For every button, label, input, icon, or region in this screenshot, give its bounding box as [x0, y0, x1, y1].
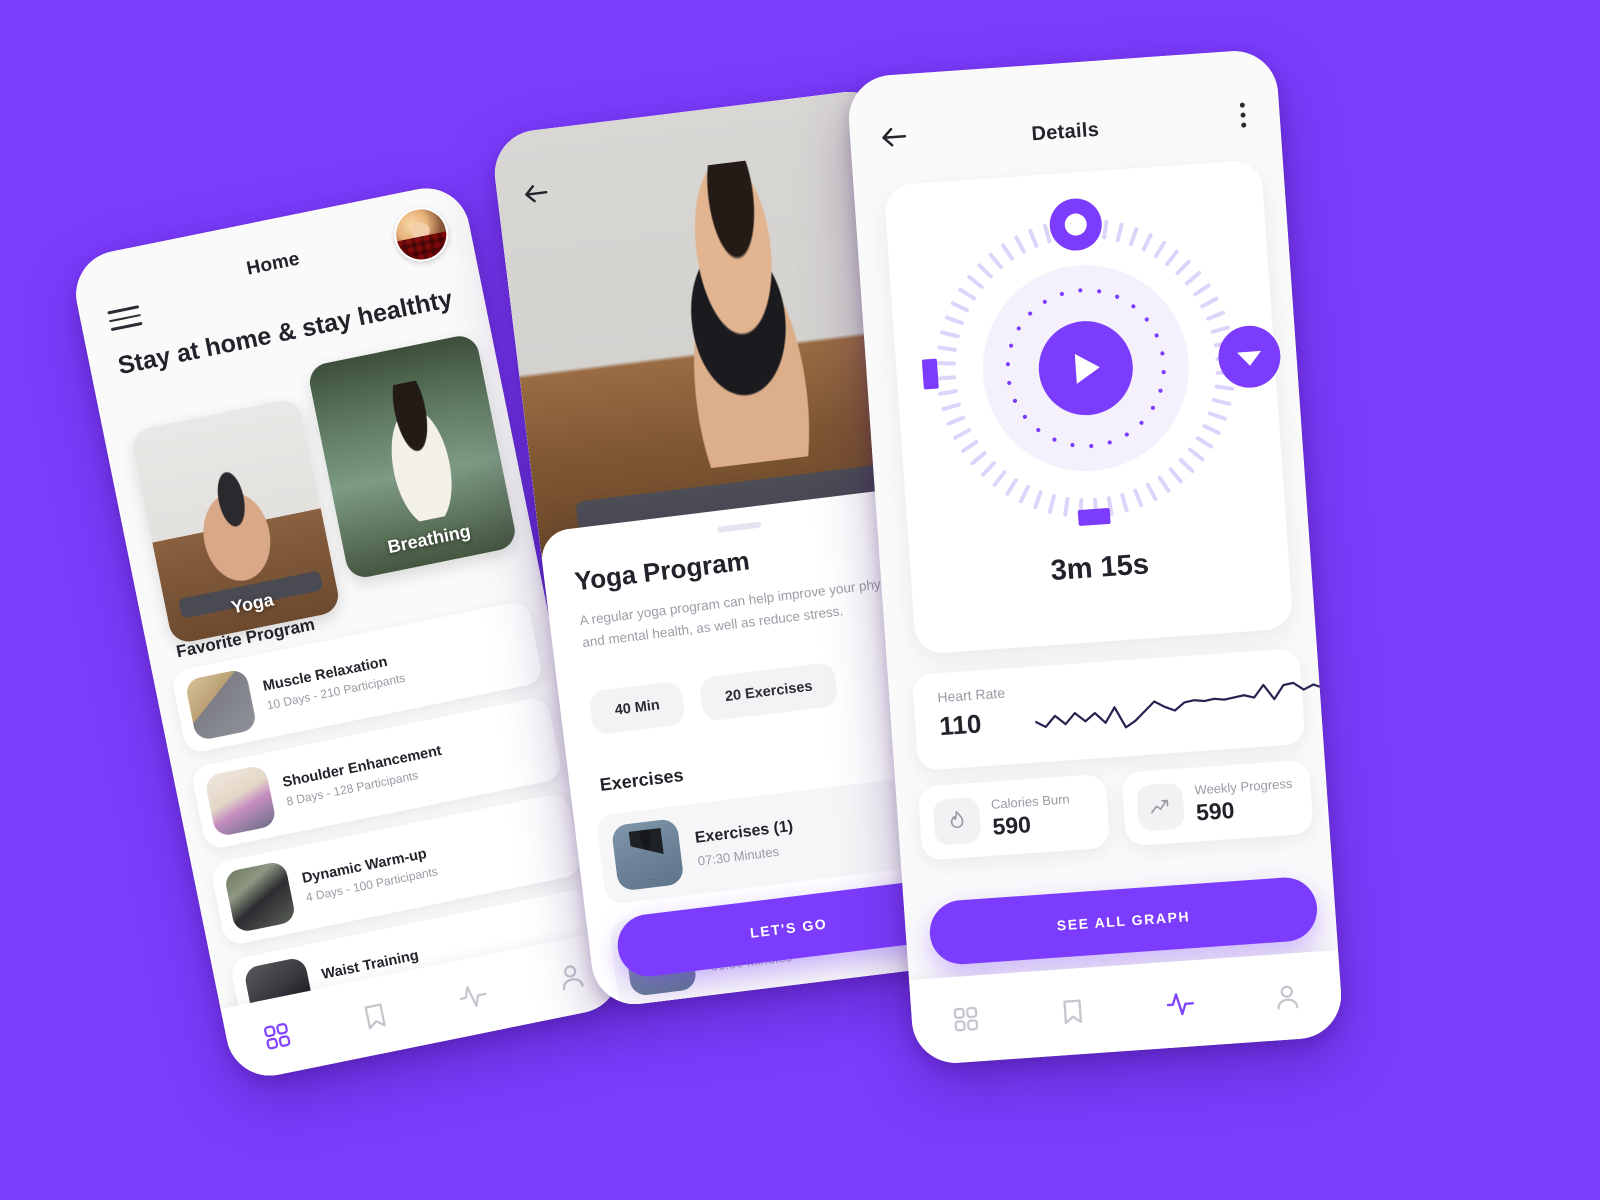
bookmark-icon[interactable] — [1057, 996, 1089, 1028]
stats-row: Calories Burn 590 Weekly Progress 590 — [917, 759, 1314, 861]
see-all-graph-button[interactable]: SEE ALL GRAPH — [927, 875, 1320, 967]
heart-rate-card[interactable]: Heart Rate 110 — [911, 648, 1335, 771]
hamburger-menu-icon[interactable] — [107, 305, 144, 331]
person-icon[interactable] — [1271, 981, 1303, 1013]
stat-value: 590 — [991, 811, 1032, 840]
bottom-navigation — [909, 950, 1345, 1066]
program-title: Yoga Program — [573, 545, 752, 597]
exercise-count-pill: 20 Exercises — [698, 661, 839, 722]
drag-handle[interactable] — [717, 521, 762, 533]
heart-rate-label: Heart Rate — [936, 684, 1006, 706]
details-screen-content: Details 3m 15s Heart Rate 110 Calories B… — [845, 48, 1345, 1066]
back-arrow-icon[interactable] — [520, 177, 553, 210]
exercise-thumbnail — [610, 818, 685, 892]
timer-card: 3m 15s — [883, 159, 1294, 655]
activity-icon[interactable] — [455, 979, 490, 1014]
avatar-shirt — [397, 231, 451, 264]
heart-rate-value: 110 — [938, 708, 983, 742]
bookmark-icon[interactable] — [357, 999, 392, 1034]
phone-details-screen: Details 3m 15s Heart Rate 110 Calories B… — [845, 48, 1345, 1066]
yoga-pose-illustration — [631, 152, 851, 474]
stat-value: 590 — [1195, 796, 1236, 826]
person-icon[interactable] — [553, 959, 588, 994]
trending-up-icon — [1136, 782, 1186, 832]
grid-icon[interactable] — [950, 1003, 982, 1035]
program-meta-pills: 40 Min 20 Exercises — [588, 661, 839, 736]
grid-icon[interactable] — [259, 1019, 294, 1054]
exercises-heading: Exercises — [598, 764, 685, 796]
stat-card-calories[interactable]: Calories Burn 590 — [917, 773, 1111, 861]
activity-icon[interactable] — [1164, 988, 1196, 1020]
program-thumbnail — [223, 860, 297, 934]
heart-rate-line-chart — [1034, 681, 1335, 729]
program-thumbnail — [203, 764, 278, 838]
page-title: Details — [1030, 118, 1100, 146]
program-thumbnail — [184, 668, 258, 742]
category-card-yoga[interactable]: Yoga — [129, 397, 342, 646]
duration-pill: 40 Min — [588, 680, 687, 736]
avatar[interactable] — [389, 202, 454, 267]
timer-value: 3m 15s — [1049, 548, 1150, 588]
flame-icon — [932, 796, 982, 846]
category-card-breathing[interactable]: Breathing — [306, 332, 519, 581]
chevron-down-circle-icon[interactable] — [1216, 324, 1282, 390]
circular-timer-dial[interactable] — [904, 187, 1267, 550]
category-cards: Yoga Breathing — [124, 332, 524, 646]
stat-card-weekly-progress[interactable]: Weekly Progress 590 — [1121, 759, 1314, 847]
app-mockup-stage: Home Stay at home & stay healthty Yoga B… — [0, 0, 1600, 1200]
more-vertical-icon[interactable] — [1239, 102, 1247, 132]
